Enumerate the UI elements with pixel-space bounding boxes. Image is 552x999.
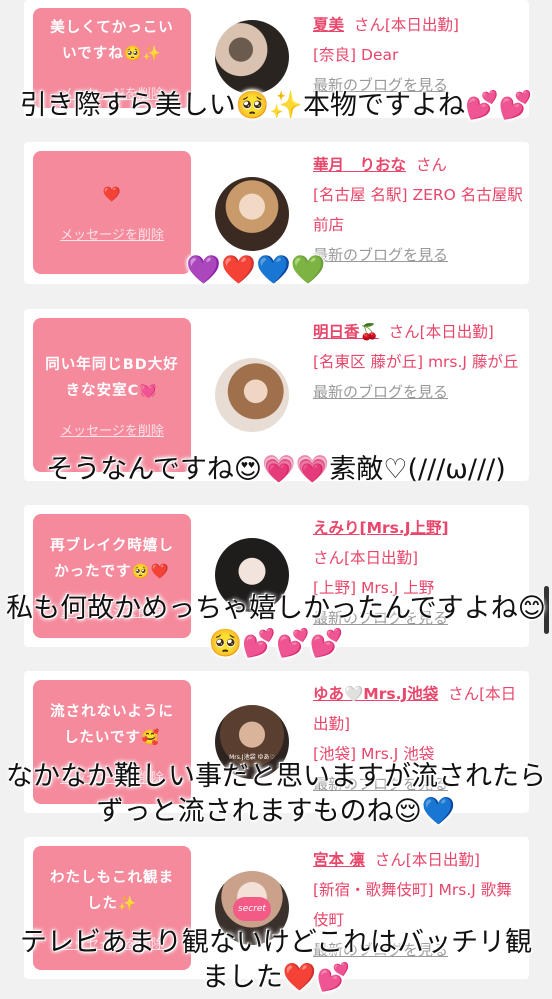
overlay-caption: 引き際すら美しい🥺✨本物ですよね💕💕 [19, 90, 533, 121]
profile-name-link[interactable]: 華月 りおな [313, 156, 406, 174]
avatar[interactable] [215, 358, 289, 432]
profile-info: 夏美 さん[本日出勤] [奈良] Dear 最新のブログを見る [313, 10, 523, 100]
message-bubble: 同い年同じBD大好きな安室C💓 メッセージを削除 [33, 318, 191, 472]
message-text: わたしもこれ観ました✨ [50, 869, 174, 912]
message-text: 同い年同じBD大好きな安室C💓 [45, 356, 179, 399]
profile-status: さん[本日出勤] [388, 323, 494, 341]
message-text: 美しくてかっこいいですね🥺✨ [50, 19, 174, 62]
overlay-caption: 私も何故かめっちゃ嬉しかったんですよね😊🥺💕💕💕 [6, 593, 546, 659]
profile-area: [奈良] Dear [313, 46, 399, 64]
profile-name-link[interactable]: 明日香🍒 [313, 323, 379, 341]
profile-status: さん[本日出勤] [374, 851, 480, 869]
message-text: 再ブレイク時嬉しかったです🥺❤️ [50, 537, 174, 580]
overlay-caption: そうなんですね😍💗💗素敵♡(///ω///) [46, 454, 506, 485]
blog-link[interactable]: 最新のブログを見る [313, 377, 523, 407]
message-text: ❤️ [102, 187, 122, 203]
message-text: 流されないようにしたいです🥰 [50, 703, 174, 746]
profile-name-link[interactable]: 宮本 凛 [313, 851, 365, 869]
profile-status: さん[本日出勤] [313, 549, 419, 567]
profile-info: 華月 りおな さん [名古屋 名駅] ZERO 名古屋駅前店 最新のブログを見る [313, 150, 523, 270]
profile-area: [名古屋 名駅] ZERO 名古屋駅前店 [313, 186, 523, 234]
profile-name-link[interactable]: えみり[Mrs.J上野] [313, 519, 449, 537]
secret-heart-badge: secret [233, 897, 271, 921]
avatar[interactable] [215, 20, 289, 94]
delete-message-link[interactable]: メッセージを削除 [60, 224, 164, 243]
overlay-caption: 💜❤️💙💚 [186, 253, 326, 286]
profile-name-link[interactable]: ゆあ🤍Mrs.J池袋 [313, 685, 438, 703]
message-bubble: ❤️ メッセージを削除 [33, 151, 191, 274]
profile-status: さん [415, 156, 447, 174]
overlay-caption: なかなか難しい事だと思いますが流されたらずっと流されますものね😌💙 [6, 761, 546, 827]
profile-status: さん[本日出勤] [353, 16, 459, 34]
delete-message-link[interactable]: メッセージを削除 [60, 420, 164, 439]
blog-link[interactable]: 最新のブログを見る [313, 240, 523, 270]
profile-name-link[interactable]: 夏美 [313, 16, 344, 34]
overlay-caption: テレビあまり観ないけどこれはバッチリ観ました❤️💕 [19, 927, 533, 993]
avatar[interactable] [215, 177, 289, 251]
profile-info: 明日香🍒 さん[本日出勤] [名東区 藤が丘] mrs.J 藤が丘 最新のブログ… [313, 317, 523, 407]
profile-area: [名東区 藤が丘] mrs.J 藤が丘 [313, 353, 519, 371]
